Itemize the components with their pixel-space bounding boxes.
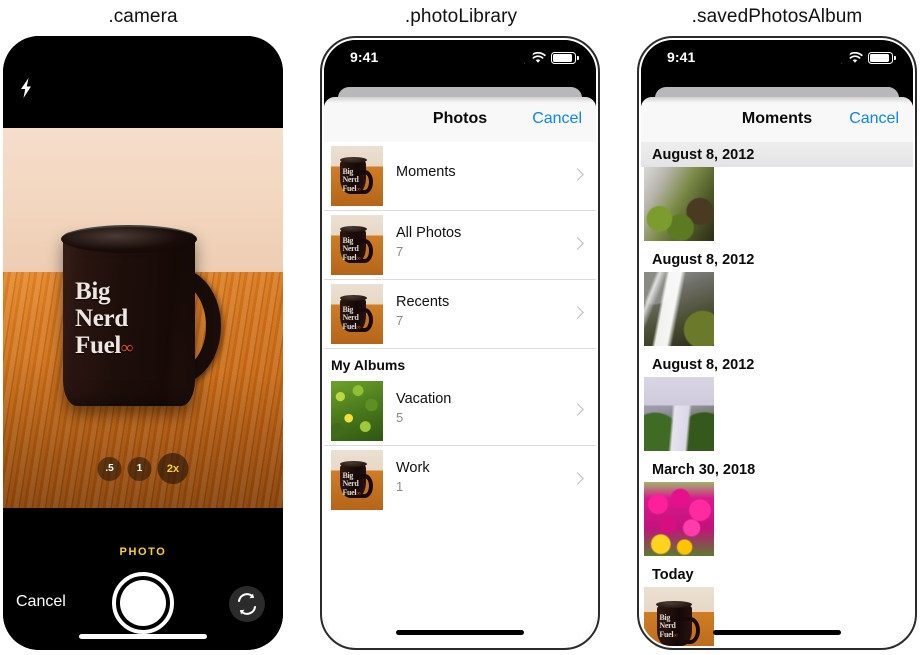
phone-camera: Big Nerd Fuel∞ .5 1 2x PHOTO Cancel [3,36,283,650]
cancel-button[interactable]: Cancel [532,110,582,128]
album-thumbnail: Big Nerd Fuel∞ [331,450,383,510]
camera-screen: Big Nerd Fuel∞ .5 1 2x PHOTO Cancel [3,36,283,650]
moment-section-header: August 8, 2012 [641,142,913,167]
photo-thumbnail[interactable] [644,482,714,556]
caption-photo-library: .photoLibrary [404,6,518,27]
saved-photos-screen: 9:41 Moments Cancel August 8, 2012 Augus… [641,40,913,646]
moment-section-header: March 30, 2018 [641,457,913,482]
photo-library-screen: 9:41 Photos Cancel Big Nerd Fuel∞ Moment… [324,40,596,646]
mug-logo-mark: ∞ [121,338,133,357]
phone-saved-photos-album: 9:41 Moments Cancel August 8, 2012 Augus… [637,36,917,650]
album-count: 5 [396,410,404,425]
list-item[interactable]: Vacation 5 [324,377,596,446]
sheet-top-shadow [324,97,596,103]
mug-logo-line1: Big [75,278,111,305]
sheet-top-shadow [641,97,913,103]
moments-sheet: Moments Cancel August 8, 2012 August 8, … [641,97,913,646]
album-title: Work [396,460,430,476]
device-notch [69,36,217,62]
chevron-right-icon [571,472,584,485]
cancel-button[interactable]: Cancel [849,110,899,128]
album-thumbnail: Big Nerd Fuel∞ [331,146,383,206]
album-title: All Photos [396,225,462,241]
camera-live-preview: Big Nerd Fuel∞ .5 1 2x [3,128,283,508]
photo-thumbnail[interactable] [644,272,714,346]
album-thumbnail [331,381,383,441]
battery-icon [551,52,579,64]
status-bar-time: 9:41 [667,49,696,65]
photo-thumbnail[interactable] [644,167,714,241]
album-list[interactable]: Big Nerd Fuel∞ Moments Big Nerd Fuel∞ All Ph… [324,142,596,646]
moment-section-body [641,377,913,457]
home-indicator [79,634,207,639]
shutter-button[interactable] [112,572,174,634]
moments-list[interactable]: August 8, 2012 August 8, 2012 August 8, … [641,142,913,646]
mug-logo-line2: Nerd [75,305,128,332]
phone-photo-library: 9:41 Photos Cancel Big Nerd Fuel∞ Moment… [320,36,600,650]
album-thumbnail: Big Nerd Fuel∞ [331,284,383,344]
list-item[interactable]: Big Nerd Fuel∞ Moments [324,142,596,211]
zoom-button-0[interactable]: .5 [97,456,122,481]
camera-flip-button[interactable] [229,586,265,622]
flash-bolt-icon[interactable] [18,78,34,98]
home-indicator [713,630,841,635]
preview-subject-mug: Big Nerd Fuel∞ [61,225,221,406]
sheet-navigation-bar: Moments Cancel [641,97,913,143]
zoom-button-2[interactable]: 2x [157,453,189,484]
photo-picker-sheet: Photos Cancel Big Nerd Fuel∞ Moments Big Ne… [324,97,596,646]
moment-section-header: Today [641,562,913,587]
list-item[interactable]: Big Nerd Fuel∞ Recents 7 [324,280,596,349]
camera-mode-label: PHOTO [119,546,167,558]
caption-saved-photos-album: .savedPhotosAlbum [691,6,863,27]
chevron-right-icon [571,306,584,319]
home-indicator [396,630,524,635]
chevron-right-icon [571,168,584,181]
status-bar-time: 9:41 [350,49,379,65]
list-item[interactable]: Big Nerd Fuel∞ All Photos 7 [324,211,596,280]
album-count: 7 [396,313,404,328]
device-notch [703,40,851,66]
camera-bottom-bar: PHOTO Cancel [3,508,283,650]
screenshot-stage: .camera .photoLibrary .savedPhotosAlbum … [0,0,920,655]
camera-flip-icon [237,593,257,615]
moment-section-header: August 8, 2012 [641,352,913,377]
moment-section-body: Big Nerd Fuel∞ [641,587,913,646]
photo-thumbnail[interactable]: Big Nerd Fuel∞ [644,587,714,646]
moment-section-body [641,167,913,247]
chevron-right-icon [571,237,584,250]
moment-section-header: August 8, 2012 [641,247,913,272]
album-title: Vacation [396,391,452,407]
camera-cancel-button[interactable]: Cancel [16,593,66,611]
chevron-right-icon [571,403,584,416]
mug-rim [61,225,197,253]
sheet-navigation-bar: Photos Cancel [324,97,596,143]
album-title: Moments [396,164,456,180]
camera-zoom-controls: .5 1 2x [97,453,189,484]
moment-section-body [641,272,913,352]
album-title: Recents [396,294,450,310]
album-count: 1 [396,479,404,494]
zoom-button-1[interactable]: 1 [127,456,152,481]
moment-section-body [641,482,913,562]
album-thumbnail: Big Nerd Fuel∞ [331,215,383,275]
caption-camera: .camera [108,6,178,27]
section-header-my-albums: My Albums [324,349,596,377]
device-notch [386,40,534,66]
photo-thumbnail[interactable] [644,377,714,451]
mug-logo-text: Big Nerd Fuel∞ [75,278,133,361]
mug-logo-line3: Fuel∞ [75,332,133,359]
album-count: 7 [396,244,404,259]
list-item[interactable]: Big Nerd Fuel∞ Work 1 [324,446,596,514]
battery-icon [868,52,896,64]
